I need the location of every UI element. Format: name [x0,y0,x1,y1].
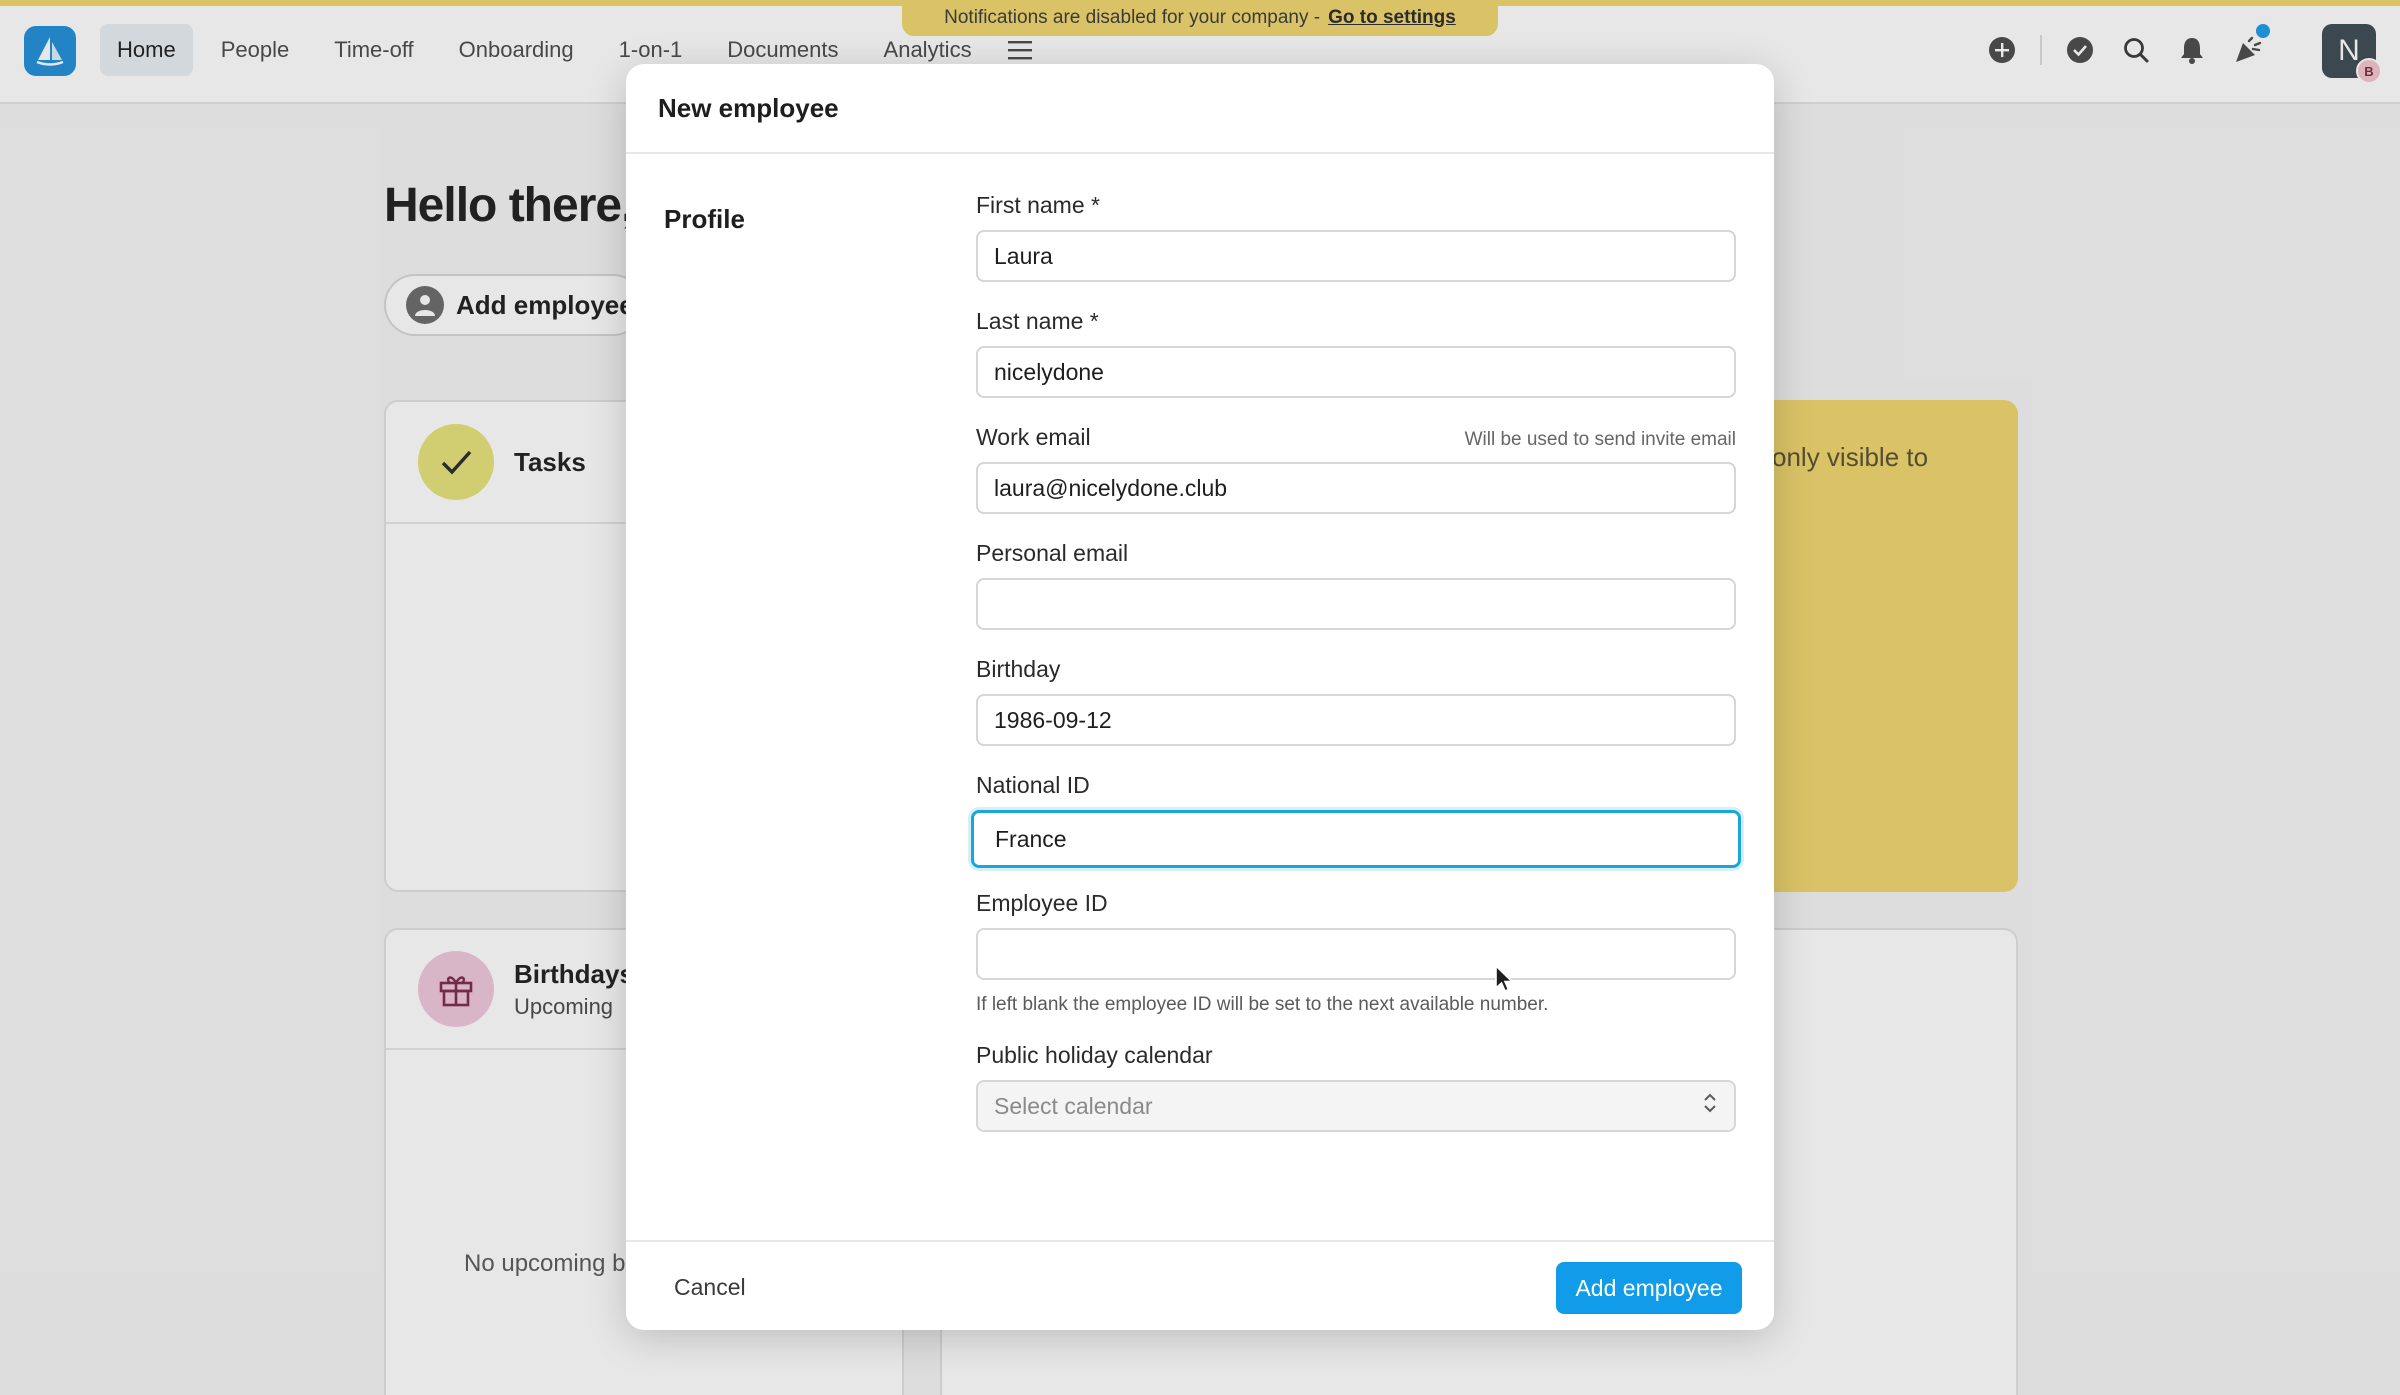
birthday-field-group: Birthday 1986-09-12 [976,656,1736,746]
personal-email-label: Personal email [976,540,1129,566]
profile-section-title: Profile [664,204,745,234]
holiday-calendar-label: Public holiday calendar [976,1042,1213,1068]
select-arrows-icon [1702,1092,1718,1120]
employee-id-helper: If left blank the employee ID will be se… [976,994,1549,1015]
work-email-hint: Will be used to send invite email [1464,429,1736,450]
employee-id-input[interactable] [976,928,1736,980]
work-email-input[interactable]: laura@nicelydone.club [976,462,1736,514]
new-employee-modal: New employee Profile First name * Laura … [626,64,1774,1330]
national-id-field-group: National ID France [971,772,1741,868]
work-email-label: Work email [976,424,1091,450]
employee-id-label: Employee ID [976,890,1108,916]
holiday-calendar-select[interactable]: Select calendar [976,1080,1736,1132]
last-name-input[interactable]: nicelydone [976,346,1736,398]
employee-id-field-group: Employee ID If left blank the employee I… [976,890,1736,1016]
first-name-input[interactable]: Laura [976,230,1736,282]
new-employee-form: First name * Laura Last name * nicelydon… [971,192,1741,1158]
first-name-label: First name * [976,192,1100,218]
first-name-field-group: First name * Laura [976,192,1736,282]
birthday-input[interactable]: 1986-09-12 [976,694,1736,746]
personal-email-field-group: Personal email [976,540,1736,630]
modal-footer: Cancel Add employee [626,1240,1774,1330]
last-name-label: Last name * [976,308,1099,334]
last-name-field-group: Last name * nicelydone [976,308,1736,398]
add-employee-button[interactable]: Add employee [1556,1262,1742,1314]
personal-email-input[interactable] [976,578,1736,630]
holiday-calendar-field-group: Public holiday calendar Select calendar [976,1042,1736,1132]
modal-title: New employee [626,64,1774,154]
birthday-label: Birthday [976,656,1061,682]
national-id-label: National ID [976,772,1090,798]
work-email-field-group: Work email Will be used to send invite e… [976,424,1736,514]
mouse-cursor-icon [1494,964,1514,999]
holiday-calendar-placeholder: Select calendar [994,1092,1153,1119]
national-id-input[interactable]: France [971,810,1741,868]
cancel-button[interactable]: Cancel [674,1264,746,1310]
